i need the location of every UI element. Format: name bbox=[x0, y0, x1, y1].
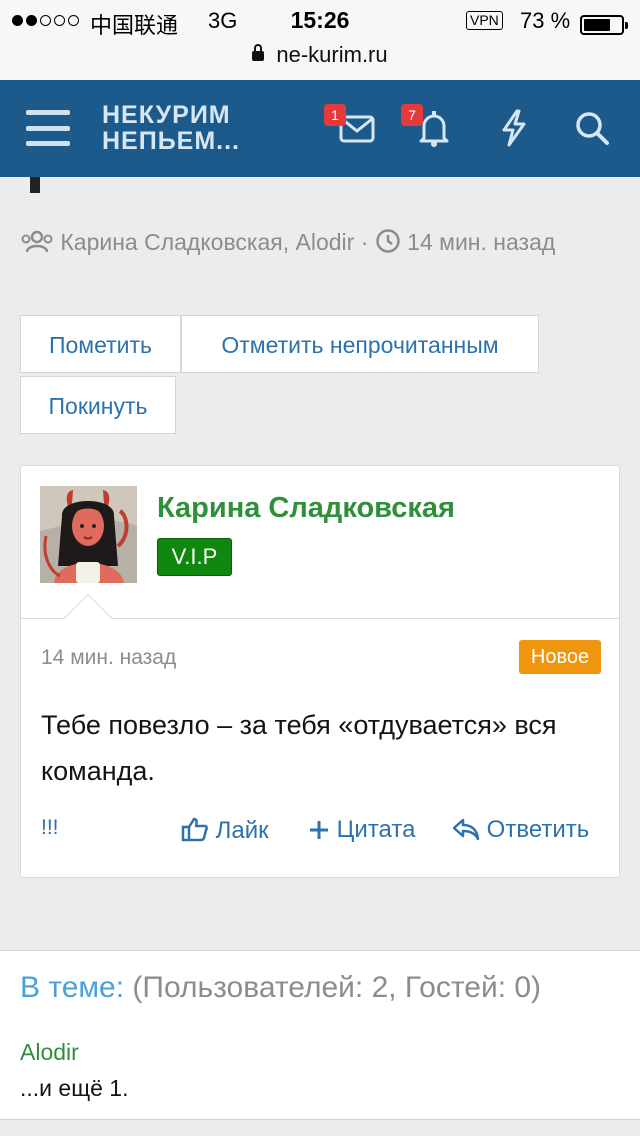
new-badge: Новое bbox=[519, 640, 601, 674]
lock-icon bbox=[252, 44, 265, 61]
post-author[interactable]: Карина Сладковская bbox=[157, 492, 455, 525]
quote-button[interactable]: Цитата bbox=[308, 816, 415, 844]
users-icon bbox=[21, 230, 53, 253]
inbox-badge: 1 bbox=[324, 104, 346, 126]
reply-button[interactable]: Ответить bbox=[452, 816, 589, 844]
battery-icon bbox=[580, 15, 628, 35]
mark-unread-button[interactable]: Отметить непрочитанным bbox=[181, 315, 539, 373]
quote-label: Цитата bbox=[336, 816, 416, 843]
address-bar[interactable]: ne-kurim.ru bbox=[0, 42, 640, 68]
alerts-button[interactable]: 7 bbox=[401, 104, 455, 148]
alerts-badge: 7 bbox=[401, 104, 423, 126]
thread-title-fragment bbox=[30, 177, 40, 193]
header-pointer bbox=[63, 593, 113, 643]
message-post: Карина Сладковская V.I.P 14 мин. назад Н… bbox=[20, 465, 620, 878]
search-button[interactable] bbox=[572, 108, 612, 148]
avatar-image bbox=[40, 486, 137, 583]
site-header: НЕКУРИМ НЕПЬЕМ... 1 7 bbox=[0, 80, 640, 177]
viewers-label: В теме: bbox=[20, 971, 125, 1004]
thread-viewers-block: В теме: (Пользователей: 2, Гостей: 0) Al… bbox=[0, 950, 640, 1120]
search-icon bbox=[576, 112, 609, 145]
viewers-heading: В теме: (Пользователей: 2, Гостей: 0) bbox=[20, 971, 541, 1005]
vip-badge: V.I.P bbox=[157, 538, 232, 576]
post-time[interactable]: 14 мин. назад bbox=[41, 646, 176, 670]
site-logo[interactable]: НЕКУРИМ НЕПЬЕМ... bbox=[102, 102, 240, 154]
post-actions: !!! Лайк Цитата Ответить bbox=[21, 816, 621, 852]
thumbs-up-icon bbox=[181, 817, 208, 842]
meta-separator: · bbox=[360, 229, 369, 255]
post-body: Тебе повезло – за тебя «отдувается» вся … bbox=[41, 710, 557, 786]
post-header: Карина Сладковская V.I.P bbox=[21, 466, 619, 643]
viewers-counts: (Пользователей: 2, Гостей: 0) bbox=[132, 971, 542, 1004]
battery-percent: 73 % bbox=[520, 8, 571, 33]
thread-participants: Карина Сладковская, Alodir bbox=[60, 229, 355, 255]
leave-button[interactable]: Покинуть bbox=[20, 376, 176, 434]
thread-time: 14 мин. назад bbox=[407, 229, 556, 255]
avatar[interactable] bbox=[40, 486, 137, 583]
url-text: ne-kurim.ru bbox=[276, 42, 388, 67]
thread-meta: Карина Сладковская, Alodir · 14 мин. наз… bbox=[20, 224, 600, 260]
status-bar: 中国联通 3G 15:26 VPN 73 % ne-kurim.ru bbox=[0, 0, 640, 80]
viewers-more: ...и ещё 1. bbox=[20, 1075, 129, 1101]
report-link[interactable]: !!! bbox=[41, 816, 59, 840]
bolt-icon bbox=[502, 109, 526, 147]
plus-icon bbox=[310, 821, 328, 839]
viewer-user-link[interactable]: Alodir bbox=[20, 1039, 79, 1066]
logo-line-2: НЕПЬЕМ... bbox=[102, 127, 241, 155]
reply-label: Ответить bbox=[486, 816, 590, 843]
reply-icon bbox=[452, 818, 480, 841]
like-label: Лайк bbox=[215, 817, 269, 844]
menu-icon[interactable] bbox=[26, 110, 70, 146]
mark-button[interactable]: Пометить bbox=[20, 315, 181, 373]
like-button[interactable]: Лайк bbox=[181, 816, 269, 845]
inbox-button[interactable]: 1 bbox=[324, 104, 378, 148]
clock-icon bbox=[376, 229, 400, 253]
logo-line-1: НЕКУРИМ bbox=[102, 101, 231, 129]
vpn-indicator: VPN bbox=[466, 11, 503, 30]
whats-new-button[interactable] bbox=[494, 108, 534, 148]
